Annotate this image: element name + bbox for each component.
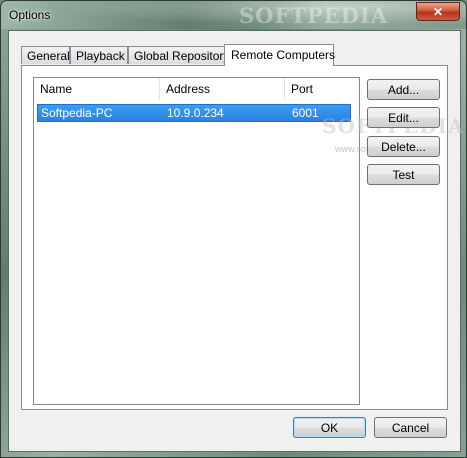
row-port: 6001 xyxy=(292,106,319,120)
window-title: Options xyxy=(9,8,51,22)
remote-computers-panel: Name Address Port Softpedia-PC 10.9.0.23… xyxy=(21,65,463,410)
delete-button[interactable]: Delete... xyxy=(367,136,440,157)
close-button[interactable]: ✕ xyxy=(416,2,460,21)
test-button[interactable]: Test xyxy=(367,164,440,185)
list-row-selected[interactable]: Softpedia-PC 10.9.0.234 6001 xyxy=(37,104,351,122)
column-name[interactable]: Name xyxy=(34,78,160,100)
list-header: Name Address Port xyxy=(34,78,359,100)
row-address: 10.9.0.234 xyxy=(167,106,224,120)
close-icon: ✕ xyxy=(432,4,444,19)
column-port[interactable]: Port xyxy=(285,78,359,100)
tab-remote-computers[interactable]: Remote Computers xyxy=(224,44,335,66)
edit-button[interactable]: Edit... xyxy=(367,107,440,128)
cancel-button[interactable]: Cancel xyxy=(374,417,447,438)
options-window: Options SOFTPEDIA ✕ General Playback Glo… xyxy=(0,0,467,458)
column-address[interactable]: Address xyxy=(160,78,285,100)
tab-playback[interactable]: Playback xyxy=(70,46,128,64)
ok-button[interactable]: OK xyxy=(293,417,366,438)
tab-general[interactable]: General xyxy=(21,46,70,64)
row-name: Softpedia-PC xyxy=(41,106,113,120)
tab-global-repository[interactable]: Global Repository xyxy=(128,46,229,64)
add-button[interactable]: Add... xyxy=(367,79,440,100)
watermark-logo: SOFTPEDIA xyxy=(239,3,389,28)
computers-list[interactable]: Name Address Port Softpedia-PC 10.9.0.23… xyxy=(33,77,360,405)
dialog-body: General Playback Global Repository Remot… xyxy=(8,30,463,452)
